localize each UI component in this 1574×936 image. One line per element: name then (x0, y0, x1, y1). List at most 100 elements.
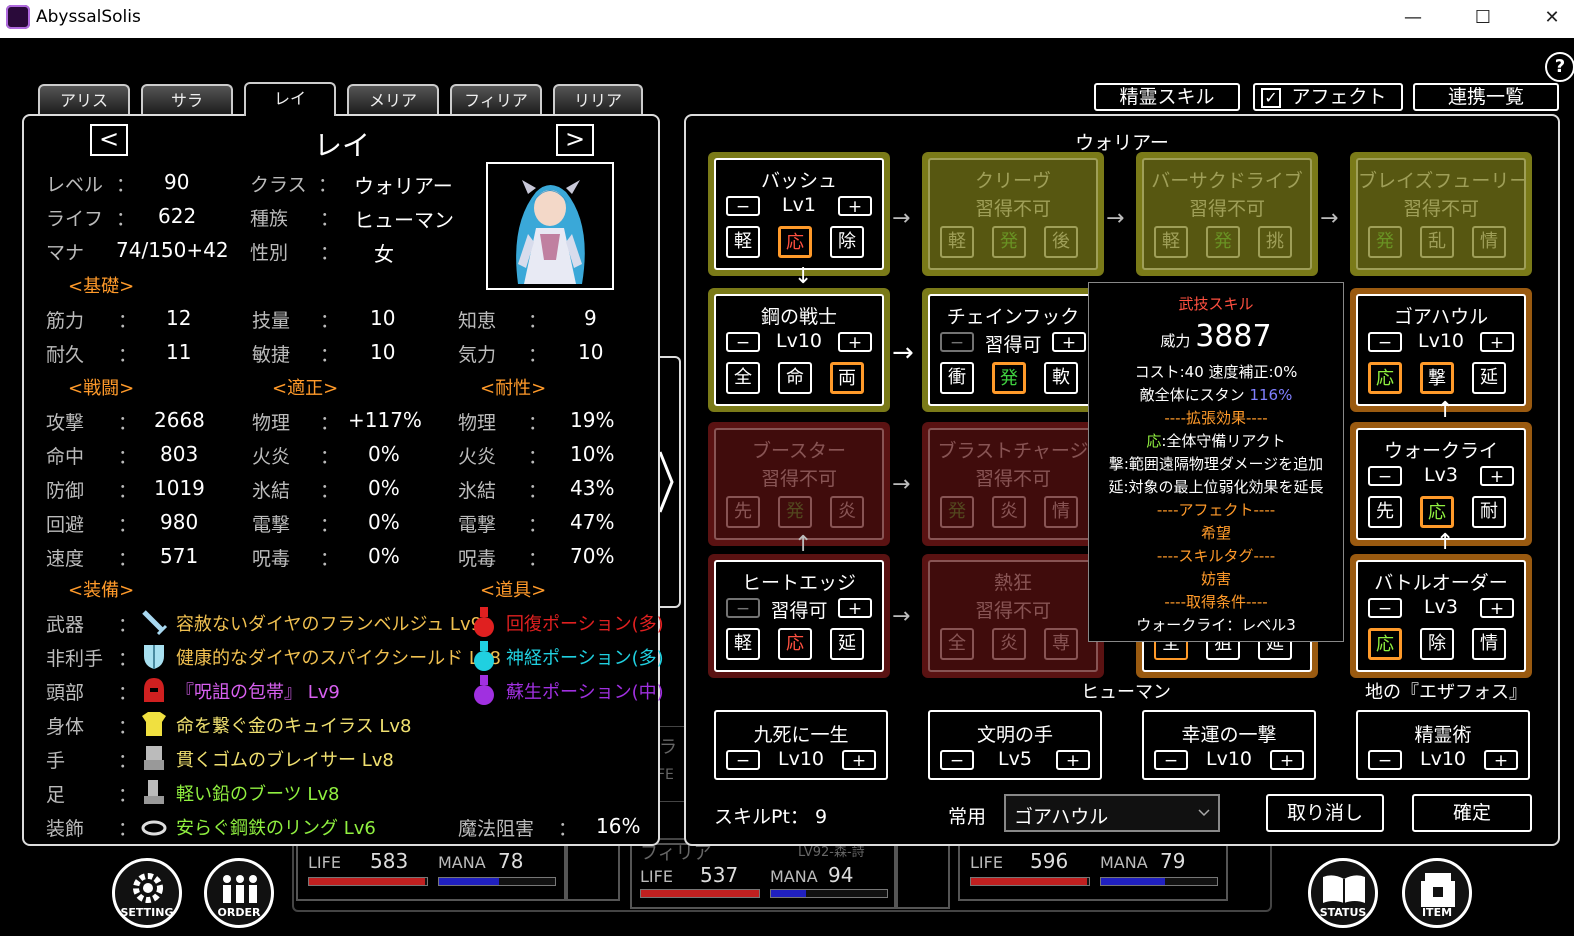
passive-name: 幸運の一撃 (1181, 724, 1277, 746)
next-character-button[interactable]: > (556, 124, 594, 156)
mana-value: 74/150+42 (116, 238, 229, 262)
plus-button[interactable]: + (1480, 598, 1514, 618)
skill-node[interactable]: ゴアハウル Lv10− + 応撃延 (1350, 288, 1532, 412)
skill-level: 習得不可 (974, 198, 1051, 220)
minus-button[interactable]: − (726, 196, 760, 216)
equip-name[interactable]: 軽い鉛のブーツ Lv8 (176, 780, 340, 806)
skill-name: クリーヴ (974, 170, 1051, 192)
item-name[interactable]: 蘇生ポーション(中) (506, 678, 664, 704)
minimize-button[interactable]: — (1391, 3, 1435, 33)
minus-button[interactable]: − (1368, 332, 1402, 352)
skill-node[interactable]: クリーヴ 習得不可軽発後 (922, 152, 1104, 276)
skill-level: 習得不可 (974, 600, 1051, 622)
item-name[interactable]: 回復ポーション(多) (506, 610, 664, 636)
ring-icon (140, 812, 168, 840)
passive-skill[interactable]: 九死に一生 − Lv10 + (714, 710, 888, 780)
maximize-button[interactable]: ☐ (1461, 3, 1505, 33)
tab-lilia[interactable]: リリア (553, 84, 643, 114)
skill-tag: 発 (992, 226, 1026, 258)
skill-name: チェインフック (946, 306, 1080, 328)
plus-button[interactable]: + (1480, 332, 1514, 352)
equip-name[interactable]: 健康的なダイヤのスパイクシールド Lv8 (176, 644, 501, 670)
skill-node[interactable]: ブレイズフューリー 習得不可発乱情 (1350, 152, 1532, 276)
skill-name: ブレイズフューリー (1358, 170, 1524, 192)
status-button[interactable]: STATUS (1308, 858, 1378, 928)
skill-node[interactable]: 熱狂 習得不可全炎専 (922, 554, 1104, 678)
equip-name[interactable]: 貫くゴムのブレイサー Lv8 (176, 746, 394, 772)
plus-button[interactable]: + (1270, 750, 1304, 770)
party-card-2[interactable]: フィリア LV92-森-詩 LIFE 537 MANA 94 (630, 843, 896, 909)
plus-button[interactable]: + (1484, 750, 1518, 770)
tab-rei[interactable]: レイ (244, 82, 336, 116)
party-card-1[interactable]: LIFE 583 MANA 78 (296, 843, 566, 901)
passive-skill[interactable]: 幸運の一撃 − Lv10 + (1142, 710, 1316, 780)
equip-name[interactable]: 安らぐ鋼鉄のリング Lv6 (176, 814, 376, 840)
tab-alice[interactable]: アリス (38, 84, 130, 114)
setting-button[interactable]: SETTING (112, 858, 182, 928)
affect-checkbox[interactable]: ✓ (1261, 88, 1281, 108)
common-skill-select[interactable]: ゴアハウル (1004, 794, 1220, 832)
spirit-skill-button[interactable]: 精霊スキル (1094, 83, 1240, 111)
order-button[interactable]: ORDER (204, 858, 274, 928)
skill-tag: 情 (1472, 226, 1506, 258)
skill-node[interactable]: 鋼の戦士 Lv10− + 全命両 (708, 288, 890, 412)
tab-philia[interactable]: フィリア (450, 84, 542, 114)
close-button[interactable]: ✕ (1530, 3, 1574, 33)
affect-toggle[interactable]: ✓ アフェクト (1253, 83, 1403, 111)
purple-potion-icon (470, 674, 498, 706)
gender-value: 女 (374, 242, 394, 266)
skill-level: 習得不可 (1188, 198, 1265, 220)
skill-node[interactable]: ブラストチャージ 習得不可発炎情 (922, 422, 1104, 546)
skill-tag: 耐 (1472, 496, 1506, 528)
skill-node[interactable]: ヒートエッジ 習得可 − + 軽応延 (708, 554, 890, 678)
item-button[interactable]: ITEM (1402, 858, 1472, 928)
life-bar (308, 877, 428, 886)
equip-slot-label: 身体 (46, 716, 85, 738)
passive-skill[interactable]: 精霊術 − Lv10 + (1356, 710, 1530, 780)
item-name[interactable]: 神経ポーション(多) (506, 644, 664, 670)
confirm-button[interactable]: 確定 (1412, 794, 1532, 832)
skill-tag: 発 (992, 362, 1026, 394)
minus-button[interactable]: − (940, 332, 974, 352)
plus-button[interactable]: + (1052, 332, 1086, 352)
tab-sara[interactable]: サラ (141, 84, 233, 114)
skill-node[interactable]: バッシュ Lv1− + 軽応除 (708, 152, 890, 276)
arrow-right-icon: → (892, 206, 911, 231)
skill-node[interactable]: ウォークライ Lv3− + 先応耐 (1350, 422, 1532, 546)
skill-node[interactable]: バトルオーダー Lv3− + 応除情 (1350, 554, 1532, 678)
plus-button[interactable]: + (1056, 750, 1090, 770)
equip-name[interactable]: 『呪詛の包帯』 Lv9 (176, 678, 340, 704)
skill-node[interactable]: チェインフック 習得可 − + 衝発軟 (922, 288, 1104, 412)
skill-node[interactable]: バーサクドライブ 習得不可軽発挑 (1136, 152, 1318, 276)
arrow-right-icon: → (892, 604, 911, 629)
character-panel: < レイ > レベル ： 90 ライフ ： 622 マナ 74/150+42 ク… (22, 114, 664, 846)
party-card-3[interactable]: LIFE 596 MANA 79 (958, 843, 1228, 901)
equip-name[interactable]: 命を繋ぐ金のキュイラス Lv8 (176, 712, 412, 738)
plus-button[interactable]: + (842, 750, 876, 770)
skill-node[interactable]: ブースター 習得不可先発炎 (708, 422, 890, 546)
plus-button[interactable]: + (838, 598, 872, 618)
skill-tag: 炎 (830, 496, 864, 528)
passive-skill[interactable]: 文明の手 − Lv5 + (928, 710, 1102, 780)
help-button[interactable]: ? (1545, 52, 1574, 82)
minus-button[interactable]: − (1368, 598, 1402, 618)
combo-list-button[interactable]: 連携一覧 (1413, 83, 1559, 111)
skill-tag: 命 (778, 362, 812, 394)
plus-button[interactable]: + (838, 332, 872, 352)
skill-name: ゴアハウル (1393, 306, 1489, 328)
skill-tag: 挑 (1258, 226, 1292, 258)
arrow-right-icon: → (1320, 206, 1339, 231)
skill-name: ヒートエッジ (741, 572, 856, 594)
minus-button[interactable]: − (726, 332, 760, 352)
cancel-button[interactable]: 取り消し (1266, 794, 1384, 832)
cyan-potion-icon (470, 640, 498, 672)
equip-slot-label: 装飾 (46, 818, 85, 840)
equip-name[interactable]: 容赦ないダイヤのフランベルジュ Lv9 (176, 610, 482, 636)
chevron-down-icon (1198, 809, 1210, 817)
minus-button[interactable]: − (726, 598, 760, 618)
plus-button[interactable]: + (838, 196, 872, 216)
tab-melia[interactable]: メリア (347, 84, 439, 114)
arrow-right-icon: → (1106, 206, 1125, 231)
plus-button[interactable]: + (1480, 466, 1514, 486)
minus-button[interactable]: − (1368, 466, 1402, 486)
